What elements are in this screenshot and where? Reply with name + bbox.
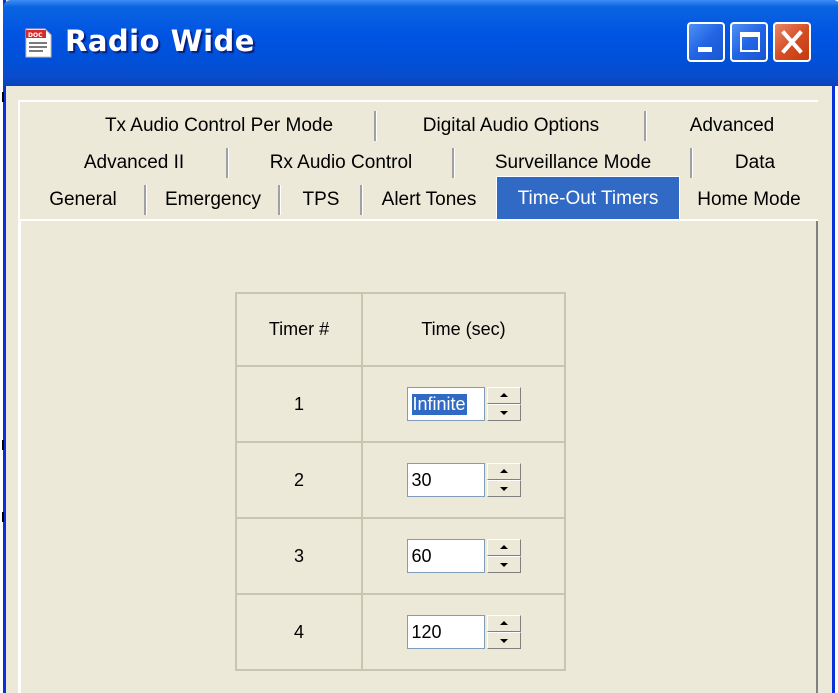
timer-number: 3: [235, 517, 363, 595]
timer-number: 4: [235, 593, 363, 671]
tab-home-mode[interactable]: Home Mode: [682, 181, 816, 219]
title-bar[interactable]: DOC Radio Wide: [3, 0, 838, 86]
table-row: 2 30: [235, 441, 566, 519]
edge-mark: [2, 92, 4, 102]
tab-label: Surveillance Mode: [494, 152, 652, 173]
svg-text:DOC: DOC: [28, 32, 43, 39]
timer-cell: 120: [361, 593, 566, 671]
edge-mark: [2, 512, 4, 522]
tab-label: Alert Tones: [381, 189, 477, 210]
spinner-down-arrow-icon[interactable]: [486, 480, 521, 497]
tab-label: TPS: [302, 189, 340, 210]
timer-spinner: Infinite: [406, 387, 521, 421]
minimize-icon: [698, 47, 712, 52]
spinner-up-arrow-icon[interactable]: [486, 387, 521, 404]
tab-alert-tones[interactable]: Alert Tones: [362, 181, 496, 219]
table-header-row: Timer # Time (sec): [235, 292, 566, 367]
tab-label: Home Mode: [697, 189, 801, 210]
tab-label: Emergency: [164, 189, 262, 210]
close-icon: [781, 30, 803, 54]
tab-label: Tx Audio Control Per Mode: [104, 115, 334, 136]
tab-time-out-timers[interactable]: Time-Out Timers: [496, 176, 680, 221]
window-title: Radio Wide: [65, 24, 255, 58]
spinner-buttons: [486, 539, 521, 573]
column-header-time: Time (sec): [361, 292, 566, 367]
spinner-buttons: [486, 463, 521, 497]
tab-digital-audio-options[interactable]: Digital Audio Options: [376, 107, 646, 145]
edge-mark: [2, 440, 4, 450]
spinner-down-arrow-icon[interactable]: [486, 404, 521, 421]
timer-number: 2: [235, 441, 363, 519]
timer-number: 1: [235, 365, 363, 443]
maximize-icon: [740, 32, 760, 52]
timer-cell: 30: [361, 441, 566, 519]
timer-value-field[interactable]: 30: [406, 463, 485, 497]
spinner-buttons: [486, 387, 521, 421]
spinner-up-arrow-icon[interactable]: [486, 615, 521, 632]
tab-label: General: [49, 189, 117, 210]
column-header-timer: Timer #: [235, 292, 363, 367]
timer-value: Infinite: [411, 393, 467, 415]
tab-data[interactable]: Data: [692, 144, 818, 182]
timer-value-field[interactable]: 120: [406, 615, 485, 649]
minimize-button[interactable]: [687, 22, 725, 62]
tab-label: Time-Out Timers: [517, 188, 659, 209]
maximize-button[interactable]: [730, 22, 768, 62]
spinner-buttons: [486, 615, 521, 649]
tab-advanced[interactable]: Advanced: [646, 107, 818, 145]
tab-tx-audio-control-per-mode[interactable]: Tx Audio Control Per Mode: [62, 107, 376, 145]
timer-spinner: 120: [406, 615, 521, 649]
content-edge-top: [20, 100, 818, 102]
tab-tps[interactable]: TPS: [280, 181, 362, 219]
tab-rx-audio-control[interactable]: Rx Audio Control: [228, 144, 454, 182]
table-row: 1 Infinite: [235, 365, 566, 443]
spinner-down-arrow-icon[interactable]: [486, 632, 521, 649]
table-row: 3 60: [235, 517, 566, 595]
spinner-up-arrow-icon[interactable]: [486, 463, 521, 480]
tab-label: Digital Audio Options: [422, 115, 600, 136]
timer-value-field[interactable]: Infinite: [406, 387, 485, 421]
tab-emergency[interactable]: Emergency: [146, 181, 280, 219]
timer-spinner: 60: [406, 539, 521, 573]
timer-cell: Infinite: [361, 365, 566, 443]
timer-spinner: 30: [406, 463, 521, 497]
timer-value-field[interactable]: 60: [406, 539, 485, 573]
tab-advanced-ii[interactable]: Advanced II: [40, 144, 228, 182]
close-button[interactable]: [773, 22, 811, 62]
spinner-down-arrow-icon[interactable]: [486, 556, 521, 573]
timers-table: Timer # Time (sec) 1 Infinite 2 30 3 60 …: [235, 292, 566, 671]
tab-general[interactable]: General: [20, 181, 146, 219]
tab-label: Advanced II: [83, 152, 185, 173]
doc-app-icon: DOC: [25, 28, 52, 58]
table-row: 4 120: [235, 593, 566, 671]
spinner-up-arrow-icon[interactable]: [486, 539, 521, 556]
timer-cell: 60: [361, 517, 566, 595]
tab-label: Advanced: [689, 115, 775, 136]
tab-label: Data: [734, 152, 776, 173]
tab-label: Rx Audio Control: [269, 152, 413, 173]
